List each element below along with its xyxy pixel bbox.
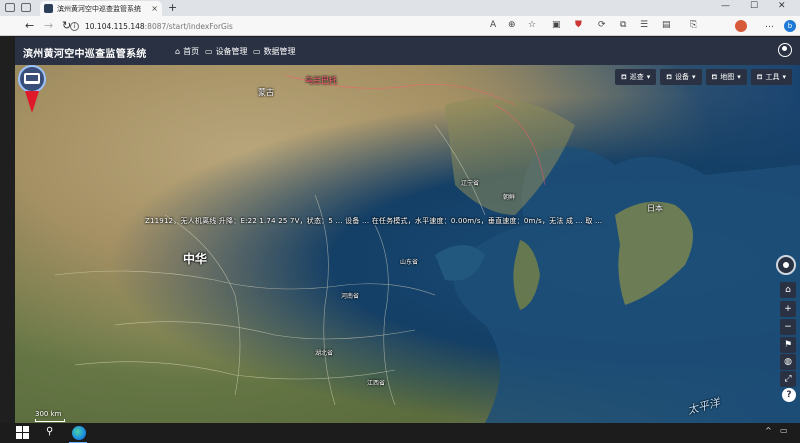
downloads-icon[interactable]: ⎘ [690,20,697,30]
taskbar-search-icon[interactable]: ⚲ [46,426,60,440]
nav-device-management[interactable]: ▭ 设备管理 [205,46,248,57]
user-avatar-icon[interactable] [778,43,792,57]
map-label-hubei: 湖北省 [315,350,334,357]
map-toolbar: ⛾ 巡查 ▾ ⛾ 设备 ▾ ⛾ 地图 ▾ ⛾ 工具 ▾ [615,69,792,85]
caret-down-icon: ▾ [691,73,696,81]
minimize-button[interactable]: — [721,1,730,11]
map-label-henan: 河南省 [341,293,360,300]
binoculars-icon: ⛾ [666,72,672,81]
map-label-japan: 日本 [647,204,663,213]
app-title: 滨州黄河空中巡查监管系统 [23,49,147,60]
zoom-icon[interactable]: ⊕ [508,20,516,30]
refresh-extension-icon[interactable]: ⟳ [598,20,606,30]
extension-icon[interactable]: ▣ [552,20,561,30]
nav-home-label: 首页 [183,47,200,56]
address-bar-row: ← → ↻ i 10.104.115.148:8087/start/indexF… [0,16,800,36]
map-menu-button[interactable]: ⛾ 地图 ▾ [705,69,747,85]
back-button[interactable]: ← [25,19,34,32]
nav-home[interactable]: ⌂ 首页 [175,46,199,57]
workspaces-icon[interactable] [5,3,15,12]
map-label-jiangxi: 江西省 [367,380,386,387]
map-label-liaoning: 辽宁省 [461,180,480,187]
tab-close-icon[interactable]: × [151,4,158,13]
map-label-china: 中华 [183,252,208,266]
close-window-button[interactable]: ✕ [778,1,786,11]
map-scale: 300 km [35,410,65,422]
forward-button[interactable]: → [44,19,53,32]
binoculars-icon: ⛾ [621,72,627,81]
extensions-puzzle-icon[interactable]: ⧉ [620,20,626,30]
site-info-icon[interactable]: i [70,21,79,31]
profile-avatar[interactable] [735,20,747,32]
binoculars-icon: ⛾ [756,72,763,81]
tools-menu-button[interactable]: ⛾ 工具 ▾ [750,69,792,85]
collections-icon[interactable]: ▤ [662,20,671,30]
map-label-mongolia: 蒙古 [258,88,274,97]
nav-data-label: 数据管理 [263,47,296,56]
map-label-shandong: 山东省 [400,259,419,266]
folder-icon: ▭ [205,47,213,56]
new-tab-button[interactable]: + [168,1,177,14]
map-label-korea: 朝鲜 [503,194,516,201]
app-header: 滨州黄河空中巡查监管系统 ⌂ 首页 ▭ 设备管理 ▭ 数据管理 [15,37,800,65]
notification-icon[interactable]: ▭ [780,426,794,440]
edge-browser-icon[interactable] [72,426,86,440]
caret-down-icon: ▾ [646,73,651,81]
url-field[interactable]: i 10.104.115.148:8087/start/indexForGis [70,19,600,33]
maximize-button[interactable]: ☐ [750,1,758,11]
screen: 滨州黄河空中巡查监管系统 × + — ☐ ✕ ← → ↻ i 10.104.11… [0,0,800,443]
nav-data-management[interactable]: ▭ 数据管理 [253,46,296,57]
scale-label: 300 km [35,410,62,418]
caret-down-icon: ▾ [737,73,741,81]
url-path: :8087/start/indexForGis [144,21,233,31]
fullscreen-button[interactable]: ⤢ [780,371,796,387]
caret-down-icon: ▾ [782,73,786,81]
binoculars-icon: ⛾ [711,72,718,81]
tray-chevron-icon[interactable]: ^ [765,426,779,440]
favorite-star-icon[interactable]: ☆ [528,20,536,30]
patrol-menu-label: 巡查 [629,73,644,81]
url-host: 10.104.115.148 [85,21,145,31]
tools-menu-label: 工具 [765,73,780,81]
favorites-icon[interactable]: ☰ [640,20,648,30]
flag-button[interactable]: ⚑ [780,337,796,353]
tab-favicon-icon [44,4,53,13]
nav-device-label: 设备管理 [215,47,248,56]
map-menu-label: 地图 [720,73,735,81]
zoom-in-button[interactable]: + [780,301,796,317]
read-aloud-icon[interactable]: A [490,20,496,30]
windows-start-icon[interactable] [16,426,30,440]
patrol-menu-button[interactable]: ⛾ 巡查 ▾ [615,69,657,85]
device-menu-button[interactable]: ⛾ 设备 ▾ [660,69,702,85]
home-view-button[interactable]: ⌂ [780,282,796,298]
compass-control[interactable] [776,255,796,275]
shield-extension-icon[interactable]: ⛊ [575,20,582,30]
satellite-map[interactable]: 乌兰巴托 蒙古 中华 日本 朝鲜 山东省 河南省 湖北省 江西省 辽宁省 太平洋… [15,65,800,423]
drone-status-text: Z11912，无人机离线 升降：E:22 1.74 25 7V，状态：5 ...… [145,217,603,225]
map-label-mongolia-red: 乌兰巴托 [305,76,337,85]
folder-icon: ▭ [253,47,261,56]
tab-actions-icon[interactable] [21,3,31,12]
drone-location-pin-icon[interactable] [15,65,49,115]
tab-title: 滨州黄河空中巡查监管系统 [57,4,141,13]
home-icon: ⌂ [175,47,181,56]
more-menu-icon[interactable]: … [765,20,774,30]
bing-chat-icon[interactable]: b [784,20,796,32]
scale-bar [35,419,65,422]
browser-tab[interactable]: 滨州黄河空中巡查监管系统 × [40,1,162,16]
device-menu-label: 设备 [674,73,689,81]
browser-tabbar: 滨州黄河空中巡查监管系统 × + — ☐ ✕ [0,0,800,16]
help-button[interactable]: ? [782,388,796,402]
zoom-out-button[interactable]: − [780,319,796,335]
map-boundaries [54,74,800,423]
globe-button[interactable]: ◍ [780,354,796,370]
taskbar: ⚲ ^ ▭ [0,423,800,443]
